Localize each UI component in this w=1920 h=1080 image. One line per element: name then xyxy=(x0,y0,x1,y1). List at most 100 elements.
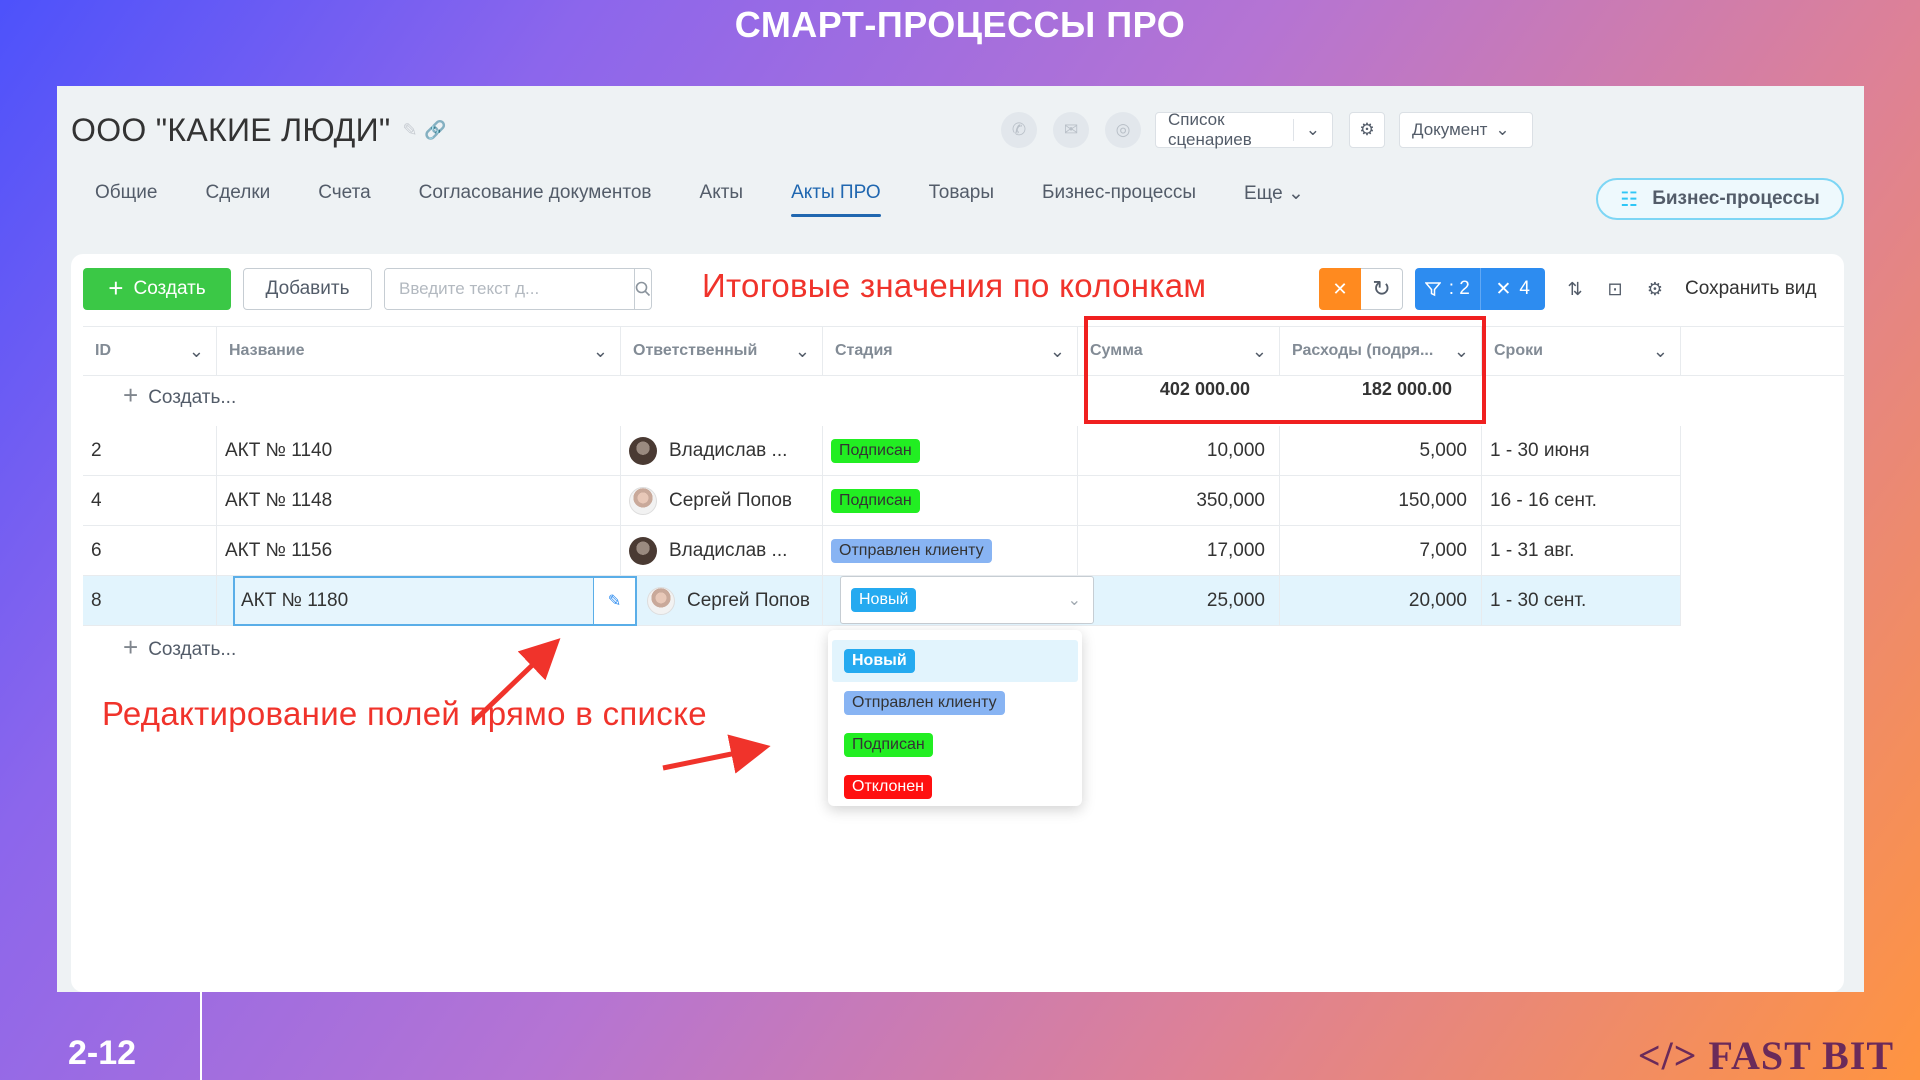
row-expenses[interactable]: 5,000 xyxy=(1280,426,1482,475)
pencil-icon[interactable]: ✎ xyxy=(403,120,418,141)
row-responsible[interactable]: Сергей Попов xyxy=(621,476,823,525)
row-expenses[interactable]: 20,000 xyxy=(1280,576,1482,625)
brand-logo: </> FAST BIT xyxy=(1637,1033,1894,1078)
col-terms[interactable]: Сроки ⌄ xyxy=(1482,327,1681,375)
chevron-down-icon: ⌄ xyxy=(1495,120,1510,139)
row-sum[interactable]: 17,000 xyxy=(1078,526,1280,575)
row-responsible[interactable]: Владислав ... xyxy=(621,526,823,575)
col-expenses[interactable]: Расходы (подря... ⌄ xyxy=(1280,327,1482,375)
scenarios-dropdown[interactable]: Список сценариев ⌄ xyxy=(1155,110,1333,149)
phone-icon[interactable]: ✆ xyxy=(1001,112,1037,148)
avatar xyxy=(629,436,657,465)
filter-icon[interactable]: : 2 xyxy=(1415,268,1480,310)
inline-name-editor[interactable]: АКТ № 1180 ✎ xyxy=(233,576,637,626)
tab-doc-approval[interactable]: Согласование документов xyxy=(419,182,652,217)
tab-acts-pro[interactable]: Акты ПРО xyxy=(791,182,881,217)
stage-option-new[interactable]: Новый xyxy=(832,640,1078,682)
row-terms[interactable]: 1 - 30 июня xyxy=(1482,426,1681,475)
search-icon[interactable] xyxy=(634,269,651,309)
chat-icon[interactable]: ◎ xyxy=(1105,112,1141,148)
search-input[interactable] xyxy=(385,269,634,309)
status-badge: Подписан xyxy=(831,488,920,513)
stage-select[interactable]: Новый ⌄ xyxy=(840,576,1094,624)
row-sum[interactable]: 10,000 xyxy=(1078,426,1280,475)
workflow-icon: ☷ xyxy=(1620,188,1639,211)
row-expenses[interactable]: 7,000 xyxy=(1280,526,1482,575)
page-number: 2-12 xyxy=(68,1034,137,1072)
row-responsible[interactable]: Владислав ... xyxy=(621,426,823,475)
avatar xyxy=(647,586,675,615)
table-row-selected[interactable]: 8 АКТ № 1180 ✎ Сергей Попов Новый ⌄ 25,0… xyxy=(83,576,1681,626)
plus-icon: + xyxy=(123,380,139,410)
stage-option-sent[interactable]: Отправлен клиенту xyxy=(828,682,1082,724)
tab-bar: Общие Сделки Счета Согласование документ… xyxy=(95,182,1304,217)
table-row[interactable]: 4 АКТ № 1148 Сергей Попов Подписан 350,0… xyxy=(83,476,1681,526)
row-terms[interactable]: 1 - 30 сент. xyxy=(1482,576,1681,625)
save-view-button[interactable]: Сохранить вид xyxy=(1685,278,1817,300)
filter-count: : 2 xyxy=(1448,278,1470,299)
sum-total: 402 000.00 xyxy=(1159,379,1250,399)
plus-icon: + xyxy=(108,272,124,303)
stage-option-rejected[interactable]: Отклонен xyxy=(828,766,1082,808)
create-row-bottom[interactable]: + Создать... xyxy=(123,632,237,663)
table-header: ID ⌄ Название ⌄ Ответственный ⌄ Стадия ⌄ Сум… xyxy=(83,326,1844,376)
row-id: 2 xyxy=(83,426,217,475)
row-id: 6 xyxy=(83,526,217,575)
settings-icon[interactable]: ⚙ xyxy=(1639,268,1671,310)
row-terms[interactable]: 1 - 31 авг. xyxy=(1482,526,1681,575)
link-icon[interactable]: 🔗 xyxy=(424,120,447,141)
mail-icon[interactable]: ✉ xyxy=(1053,112,1089,148)
gear-icon[interactable]: ⚙ xyxy=(1349,112,1385,148)
row-name[interactable]: АКТ № 1156 xyxy=(217,526,621,575)
table-row[interactable]: 2 АКТ № 1140 Владислав ... Подписан 10,0… xyxy=(83,426,1681,476)
col-id[interactable]: ID ⌄ xyxy=(83,327,217,375)
tab-more[interactable]: Еще ⌄ xyxy=(1244,182,1304,217)
row-sum[interactable]: 25,000 xyxy=(1078,576,1280,625)
name-edit-value[interactable]: АКТ № 1180 xyxy=(235,590,593,612)
row-name[interactable]: АКТ № 1140 xyxy=(217,426,621,475)
add-button[interactable]: Добавить xyxy=(243,268,372,310)
clear-filter-icon[interactable]: ✕ 4 xyxy=(1481,268,1546,310)
row-name[interactable]: АКТ № 1148 xyxy=(217,476,621,525)
stage-option-signed[interactable]: Подписан xyxy=(828,724,1082,766)
refresh-icon[interactable]: ↻ xyxy=(1361,268,1403,310)
row-stage[interactable]: Отправлен клиенту xyxy=(823,526,1078,575)
sort-icon[interactable]: ⇅ xyxy=(1559,268,1591,310)
pencil-icon[interactable]: ✎ xyxy=(593,578,635,624)
create-button[interactable]: + Создать xyxy=(83,268,231,310)
row-stage[interactable]: Подписан xyxy=(823,476,1078,525)
row-expenses[interactable]: 150,000 xyxy=(1280,476,1482,525)
row-id: 8 xyxy=(83,576,217,625)
chevron-down-icon: ⌄ xyxy=(1251,340,1267,361)
filter-counter[interactable]: : 2 ✕ 4 xyxy=(1415,268,1545,310)
create-row-top[interactable]: + Создать... xyxy=(123,380,236,411)
status-badge: Отправлен клиенту xyxy=(831,538,992,563)
table-row[interactable]: 6 АКТ № 1156 Владислав ... Отправлен кли… xyxy=(83,526,1681,576)
annotation-totals: Итоговые значения по колонкам xyxy=(702,267,1207,304)
col-sum[interactable]: Сумма ⌄ xyxy=(1078,327,1280,375)
chevron-down-icon: ⌄ xyxy=(1049,340,1065,361)
fit-view-icon[interactable]: ⊡ xyxy=(1599,268,1631,310)
avatar xyxy=(629,486,657,515)
col-stage[interactable]: Стадия ⌄ xyxy=(823,327,1078,375)
collapse-icon[interactable]: ✕ xyxy=(1319,268,1361,310)
clear-count: 4 xyxy=(1519,278,1530,299)
tab-invoices[interactable]: Счета xyxy=(318,182,370,217)
plus-icon: + xyxy=(123,632,139,662)
tab-general[interactable]: Общие xyxy=(95,182,157,217)
tab-acts[interactable]: Акты xyxy=(700,182,744,217)
tab-products[interactable]: Товары xyxy=(929,182,994,217)
tab-business-processes[interactable]: Бизнес-процессы xyxy=(1042,182,1196,217)
row-stage[interactable]: Подписан xyxy=(823,426,1078,475)
row-responsible[interactable]: Сергей Попов xyxy=(639,576,823,625)
col-name[interactable]: Название ⌄ xyxy=(217,327,621,375)
business-processes-button[interactable]: ☷ Бизнес-процессы xyxy=(1596,178,1844,220)
document-dropdown[interactable]: Документ ⌄ xyxy=(1399,112,1533,148)
row-terms[interactable]: 16 - 16 сент. xyxy=(1482,476,1681,525)
chevron-down-icon: ⌄ xyxy=(592,340,608,361)
row-sum[interactable]: 350,000 xyxy=(1078,476,1280,525)
create-row-label: Создать... xyxy=(148,638,237,660)
tab-deals[interactable]: Сделки xyxy=(205,182,270,217)
col-responsible[interactable]: Ответственный ⌄ xyxy=(621,327,823,375)
chevron-down-icon: ⌄ xyxy=(794,340,810,361)
